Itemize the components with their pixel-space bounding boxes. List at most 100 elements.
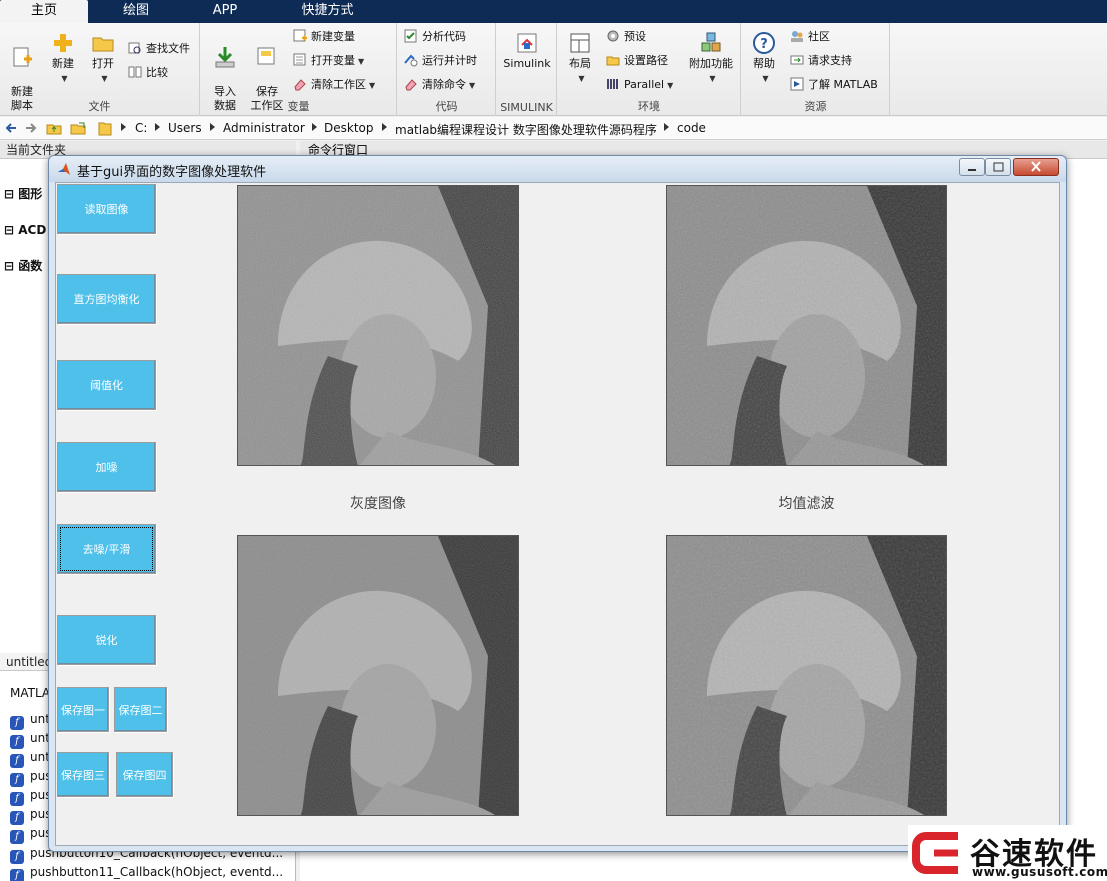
support-icon (790, 55, 804, 65)
watermark-logo: 谷速软件 www.gususoft.com (908, 825, 1107, 881)
analyze-code-label: 分析代码 (422, 30, 466, 43)
open-variable-button[interactable]: 打开变量 ▼ (293, 51, 364, 71)
list-item[interactable]: f unt (10, 710, 50, 730)
close-button[interactable] (1013, 158, 1059, 176)
forward-icon[interactable] (24, 121, 38, 135)
gui-figure-window: 基于gui界面的数字图像处理软件 读取图像 直方图均衡化 阈值化 加噪 去噪/平… (48, 155, 1067, 852)
section-acd-label: ACD (18, 223, 47, 237)
clear-commands-button[interactable]: 清除命令 ▼ (404, 75, 475, 95)
breadcrumb-separator-icon (210, 123, 215, 131)
breadcrumb-c[interactable]: C: (135, 121, 147, 135)
breadcrumb-project[interactable]: matlab编程课程设计 数字图像处理软件源码程序 (395, 121, 657, 138)
gui-title-bar[interactable]: 基于gui界面的数字图像处理软件 (49, 156, 1066, 182)
save-image-3-button[interactable]: 保存图三 (57, 752, 109, 797)
layout-icon (570, 33, 590, 53)
simulink-button[interactable]: Simulink (501, 31, 553, 71)
open-label: 打开 (92, 57, 114, 70)
toolstrip-tab-bar: 主页 绘图 APP 快捷方式 (0, 0, 1107, 23)
add-noise-button[interactable]: 加噪 (57, 442, 156, 492)
breadcrumb-users[interactable]: Users (168, 121, 202, 135)
browse-folder-icon[interactable] (70, 120, 86, 136)
save-image-2-button[interactable]: 保存图二 (114, 687, 167, 732)
request-support-button[interactable]: 请求支持 (790, 51, 852, 71)
clear-commands-label: 清除命令 (422, 78, 466, 91)
tab-plots[interactable]: 绘图 (92, 0, 180, 23)
toolstrip-ribbon: 新建 脚本 新建 ▼ 打开 ▼ 查找文件 比较 文件 导入 数据 保存 工作区 新建… (0, 23, 1107, 116)
threshold-button[interactable]: 阈值化 (57, 360, 156, 410)
clear-workspace-button[interactable]: 清除工作区 ▼ (293, 75, 375, 95)
tab-shortcuts[interactable]: 快捷方式 (270, 0, 385, 23)
new-variable-button[interactable]: 新建变量 (293, 27, 355, 47)
find-files-label: 查找文件 (146, 42, 190, 55)
gui-body: 读取图像 直方图均衡化 阈值化 加噪 去噪/平滑 锐化 保存图一 保存图二 保存… (55, 182, 1060, 846)
breadcrumb-separator-icon (664, 123, 669, 131)
close-icon (1031, 161, 1041, 172)
addons-button[interactable]: 附加功能 ▼ (686, 31, 736, 86)
list-item[interactable]: f pushbutton11_Callback(hObject, eventd..… (10, 863, 283, 881)
gear-icon (607, 30, 619, 42)
learn-matlab-button[interactable]: 了解 MATLAB (790, 75, 878, 95)
histogram-equalize-button[interactable]: 直方图均衡化 (57, 274, 156, 324)
community-button[interactable]: 社区 (790, 27, 830, 47)
preferences-label: 预设 (624, 30, 646, 43)
function-icon: f (10, 792, 24, 806)
function-icon: f (10, 811, 24, 825)
grayscale-portrait-image (238, 186, 518, 465)
section-acd[interactable]: ⊟ ACD (4, 221, 46, 239)
analyze-code-button[interactable]: 分析代码 (404, 27, 466, 47)
list-item[interactable]: f pus (10, 786, 51, 806)
simulink-group-label: SIMULINK (500, 101, 553, 114)
list-item[interactable]: f pus (10, 767, 51, 787)
new-button[interactable]: 新建 ▼ (46, 31, 80, 86)
breadcrumb-separator-icon (312, 123, 317, 131)
compare-label: 比较 (146, 66, 168, 79)
save-image-1-button[interactable]: 保存图一 (57, 687, 109, 732)
eraser-icon (294, 79, 306, 91)
open-button[interactable]: 打开 ▼ (86, 31, 120, 86)
list-item[interactable]: f unt (10, 748, 50, 768)
simulink-group: Simulink SIMULINK (497, 23, 557, 116)
file-group-label: 文件 (88, 100, 111, 113)
section-functions[interactable]: ⊟ 函数 (4, 257, 42, 275)
minimize-icon (968, 169, 976, 171)
list-item[interactable]: f pus (10, 824, 51, 844)
back-icon[interactable] (4, 121, 18, 135)
denoised-portrait-image (238, 536, 518, 815)
section-figures[interactable]: ⊟ 图形 (4, 185, 42, 203)
list-item[interactable]: f unt (10, 729, 50, 749)
file-label: unt (30, 731, 50, 745)
denoise-smooth-button[interactable]: 去噪/平滑 (57, 524, 156, 574)
sharpen-button[interactable]: 锐化 (57, 615, 156, 665)
read-image-button[interactable]: 读取图像 (57, 184, 156, 234)
chevron-down-icon: ▼ (709, 74, 716, 83)
save-image-4-button[interactable]: 保存图四 (116, 752, 173, 797)
breadcrumb-desktop[interactable]: Desktop (324, 121, 374, 135)
breadcrumb-separator-icon (155, 123, 160, 131)
caption-image-1: 灰度图像 (350, 496, 406, 512)
preferences-button[interactable]: 预设 (606, 27, 646, 47)
set-path-button[interactable]: 设置路径 (606, 51, 668, 71)
plus-icon (54, 34, 72, 52)
file-label: pushbutton11_Callback(hObject, eventd... (30, 865, 284, 879)
breadcrumb-separator-icon (121, 123, 126, 131)
compare-button[interactable]: 比较 (128, 63, 168, 83)
find-files-button[interactable]: 查找文件 (128, 39, 190, 59)
breadcrumb-code[interactable]: code (677, 121, 706, 135)
layout-button[interactable]: 布局 ▼ (562, 31, 598, 86)
new-label: 新建 (52, 57, 74, 70)
tab-home[interactable]: 主页 (0, 0, 88, 23)
new-variable-label: 新建变量 (311, 30, 355, 43)
up-folder-icon[interactable] (46, 120, 62, 136)
parallel-button[interactable]: Parallel ▼ (606, 75, 673, 95)
find-files-icon (128, 42, 141, 54)
maximize-button[interactable] (985, 158, 1011, 176)
breadcrumb-administrator[interactable]: Administrator (223, 121, 305, 135)
axes-image-2 (666, 185, 947, 466)
help-button[interactable]: ? 帮助 ▼ (748, 31, 780, 86)
section-figures-label: 图形 (18, 187, 43, 201)
list-item[interactable]: f pus (10, 805, 51, 825)
function-icon: f (10, 869, 24, 881)
tab-apps[interactable]: APP (182, 0, 268, 23)
minimize-button[interactable] (959, 158, 985, 176)
run-and-time-button[interactable]: 运行并计时 (404, 51, 477, 71)
